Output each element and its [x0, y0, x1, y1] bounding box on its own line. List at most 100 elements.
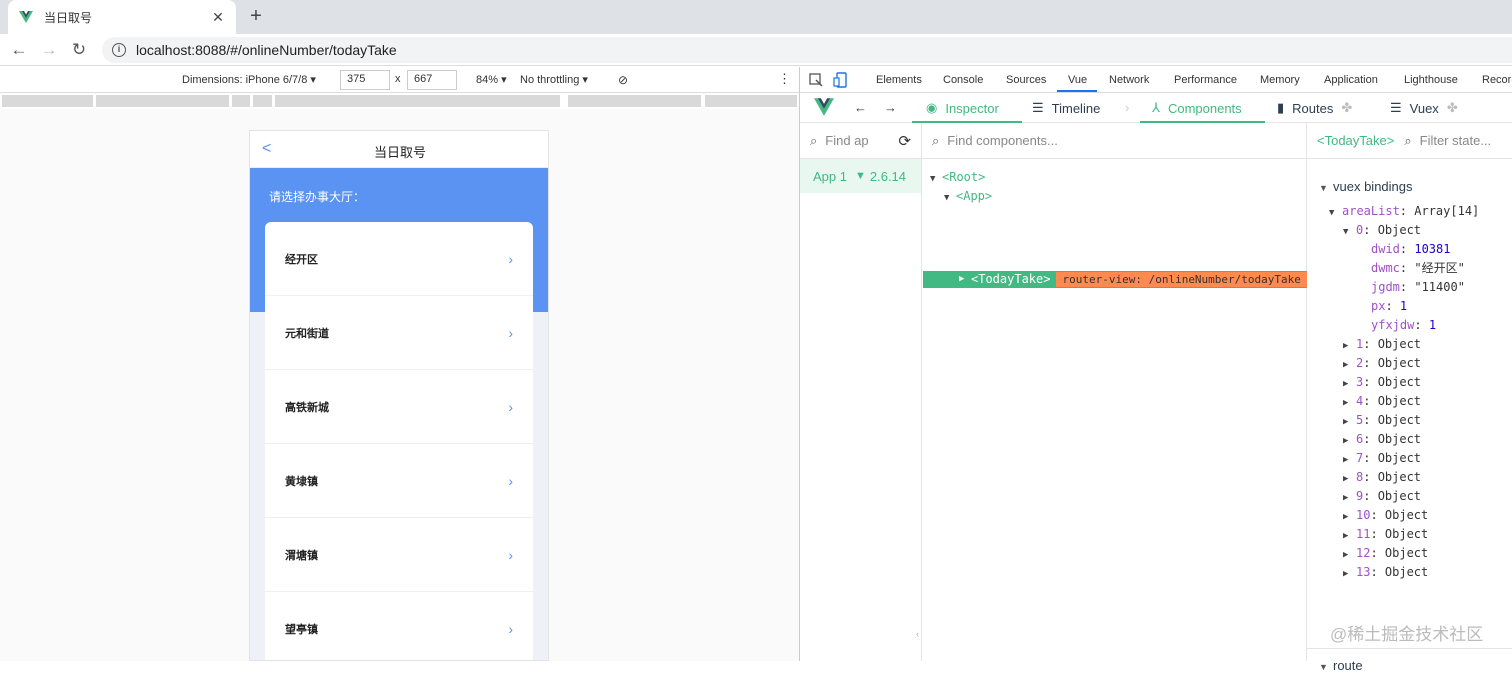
app-name: App 1: [813, 168, 847, 184]
info-icon[interactable]: i: [112, 43, 126, 57]
media-query-segment[interactable]: [275, 95, 560, 107]
media-query-segment[interactable]: [705, 95, 797, 107]
state-key: 7: [1356, 451, 1364, 465]
state-item[interactable]: ▶ 13: Object: [1343, 563, 1428, 582]
new-tab-button[interactable]: +: [246, 6, 266, 26]
media-query-segment[interactable]: [96, 95, 229, 107]
back-arrow-icon[interactable]: ←: [8, 39, 30, 61]
filter-state-input[interactable]: Filter state...: [1420, 133, 1492, 148]
state-field[interactable]: dwmc: "经开区": [1371, 259, 1465, 278]
hall-item[interactable]: 黄埭镇 ›: [265, 444, 533, 518]
state-item[interactable]: ▶ 2: Object: [1343, 354, 1421, 373]
reload-icon[interactable]: ↻: [68, 39, 90, 61]
hall-item[interactable]: 望亭镇 ›: [265, 592, 533, 660]
tab-application[interactable]: Application: [1324, 74, 1378, 86]
state-item[interactable]: ▶ 9: Object: [1343, 487, 1421, 506]
media-query-segment[interactable]: [253, 95, 272, 107]
apps-column: ⌕ Find ap ⟳ App 1 ▼ 2.6.14 ‹: [800, 123, 922, 661]
chevron-right-icon: ›: [508, 620, 513, 637]
component-tree: ⌕ Find components... ▼ <Root> ▼ <App> ▶ <To…: [922, 123, 1307, 661]
hall-item[interactable]: 经开区 ›: [265, 222, 533, 296]
app-list-item[interactable]: App 1 ▼ 2.6.14: [800, 159, 921, 193]
browser-tab[interactable]: 当日取号 ✕: [8, 0, 236, 34]
media-query-segment[interactable]: [2, 95, 93, 107]
device-width-input[interactable]: 375: [340, 70, 390, 90]
forward-arrow-icon[interactable]: →: [38, 39, 60, 61]
state-key: areaList: [1342, 204, 1400, 218]
vuex-bindings-label: vuex bindings: [1333, 179, 1413, 194]
device-height-input[interactable]: 667: [407, 70, 457, 90]
device-toggle-icon[interactable]: [833, 72, 849, 88]
state-item[interactable]: ▶ 6: Object: [1343, 430, 1421, 449]
tab-recorder[interactable]: Record: [1482, 74, 1512, 86]
vuex-tab[interactable]: ☰ Vuex ✤: [1390, 100, 1466, 116]
find-components-input[interactable]: ⌕ Find components...: [922, 123, 1306, 159]
phone-screen: < 当日取号 请选择办事大厅： 经开区 › 元和街道 › 高铁新城 › 黄埭镇 › 渭塘…: [249, 130, 549, 661]
state-item[interactable]: ▶ 5: Object: [1343, 411, 1421, 430]
history-back-icon[interactable]: ←: [854, 100, 867, 115]
vue-logo-icon: [19, 11, 33, 23]
tab-vue[interactable]: Vue: [1068, 74, 1087, 86]
state-field[interactable]: yfxjdw: 1: [1371, 316, 1436, 335]
expand-triangle-icon: ▼: [1319, 662, 1328, 672]
tree-node-app[interactable]: ▼ <App>: [944, 187, 992, 206]
state-value: 1: [1428, 318, 1437, 332]
tab-lighthouse[interactable]: Lighthouse: [1404, 74, 1458, 86]
state-item[interactable]: ▶ 10: Object: [1343, 506, 1428, 525]
history-forward-icon[interactable]: →: [884, 100, 897, 115]
state-value: Object: [1377, 394, 1422, 408]
state-item[interactable]: ▶ 3: Object: [1343, 373, 1421, 392]
tab-memory[interactable]: Memory: [1260, 74, 1300, 86]
zoom-select[interactable]: 84% ▾: [476, 73, 507, 86]
tab-strip: 当日取号 ✕ +: [0, 0, 1512, 34]
tab-network[interactable]: Network: [1109, 74, 1149, 86]
tab-performance[interactable]: Performance: [1174, 74, 1237, 86]
state-field[interactable]: px: 1: [1371, 297, 1407, 316]
device-dimensions-select[interactable]: Dimensions: iPhone 6/7/8 ▾: [182, 73, 316, 86]
state-value: "经开区": [1414, 261, 1465, 275]
throttling-select[interactable]: No throttling ▾: [520, 73, 588, 86]
routes-tab[interactable]: ▮ Routes ✤: [1277, 100, 1360, 116]
hall-item[interactable]: 渭塘镇 ›: [265, 518, 533, 592]
tab-console[interactable]: Console: [943, 74, 983, 86]
rotate-icon[interactable]: ⊘: [618, 73, 628, 87]
state-item[interactable]: ▶ 8: Object: [1343, 468, 1421, 487]
media-query-segment[interactable]: [568, 95, 701, 107]
route-section[interactable]: ▼ route: [1319, 658, 1363, 673]
inspect-element-icon[interactable]: [808, 72, 824, 88]
refresh-icon[interactable]: ⟳: [898, 132, 911, 150]
collapse-handle-icon[interactable]: ‹: [916, 629, 919, 639]
hall-item[interactable]: 元和街道 ›: [265, 296, 533, 370]
state-item[interactable]: ▶ 1: Object: [1343, 335, 1421, 354]
url-input[interactable]: i localhost:8088/#/onlineNumber/todayTak…: [102, 37, 1512, 63]
inspector-tab[interactable]: ◉ Inspector: [926, 100, 999, 116]
times-label: x: [395, 73, 401, 85]
media-query-segment[interactable]: [232, 95, 250, 107]
more-options-icon[interactable]: ⋮: [778, 71, 791, 87]
chevron-right-icon: ›: [508, 250, 513, 267]
puzzle-icon: ✤: [1341, 100, 1353, 115]
state-item-0[interactable]: ▼ 0: Object: [1343, 221, 1421, 240]
state-field[interactable]: dwid: 10381: [1371, 240, 1450, 259]
hall-name: 黄埭镇: [285, 475, 318, 488]
state-item[interactable]: ▶ 4: Object: [1343, 392, 1421, 411]
phone-header: < 当日取号: [250, 131, 548, 168]
tree-node-root[interactable]: ▼ <Root>: [930, 168, 985, 187]
state-field[interactable]: jgdm: "11400": [1371, 278, 1465, 297]
state-value: Object: [1377, 451, 1422, 465]
timeline-tab[interactable]: ☰ Timeline: [1032, 100, 1100, 116]
close-tab-icon[interactable]: ✕: [210, 9, 226, 26]
tab-sources[interactable]: Sources: [1006, 74, 1046, 86]
state-header: <TodayTake> ⌕ Filter state...: [1307, 123, 1512, 159]
state-arealist[interactable]: ▼ areaList: Array[14]: [1329, 202, 1479, 221]
find-components-placeholder: Find components...: [947, 133, 1058, 148]
tab-elements[interactable]: Elements: [876, 74, 922, 86]
hall-item[interactable]: 高铁新城 ›: [265, 370, 533, 444]
state-item[interactable]: ▶ 11: Object: [1343, 525, 1428, 544]
vuex-bindings-section[interactable]: ▼ vuex bindings: [1319, 179, 1413, 194]
components-tab[interactable]: ⅄ Components: [1152, 100, 1242, 116]
tree-node-todaytake[interactable]: ▶ <TodayTake> router-view: /onlineNumber/t…: [923, 271, 1307, 288]
state-item[interactable]: ▶ 12: Object: [1343, 544, 1428, 563]
state-item[interactable]: ▶ 7: Object: [1343, 449, 1421, 468]
find-apps-input[interactable]: ⌕ Find ap ⟳: [800, 123, 921, 159]
